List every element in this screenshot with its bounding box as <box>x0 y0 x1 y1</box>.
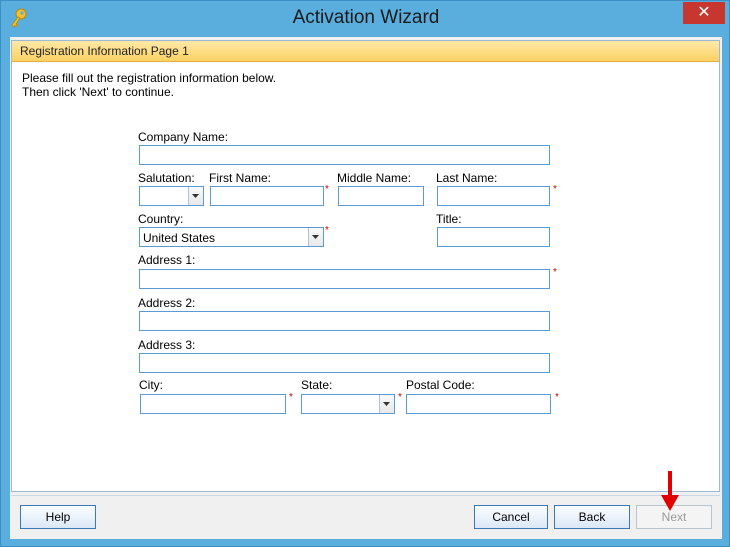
state-required-marker: * <box>398 392 402 403</box>
chevron-down-icon[interactable] <box>308 228 323 246</box>
window-frame: Activation Wizard ✕ Registration Informa… <box>0 0 730 547</box>
instruction-line-2: Then click 'Next' to continue. <box>22 85 174 99</box>
address-1-field[interactable] <box>139 269 550 289</box>
address-2-field[interactable] <box>139 311 550 331</box>
close-button[interactable]: ✕ <box>683 2 725 24</box>
city-label: City: <box>139 378 163 392</box>
window-title: Activation Wizard <box>292 7 440 28</box>
title-field[interactable] <box>437 227 550 247</box>
back-button[interactable]: Back <box>554 505 630 529</box>
middle-name-field[interactable] <box>338 186 424 206</box>
country-value: United States <box>143 231 216 245</box>
country-required-marker: * <box>325 225 329 236</box>
salutation-select[interactable] <box>139 186 204 206</box>
company-name-label: Company Name: <box>138 130 229 144</box>
company-name-field[interactable] <box>139 145 550 165</box>
address-2-input[interactable] <box>140 312 549 330</box>
title-label: Title: <box>436 212 462 226</box>
title-input[interactable] <box>438 228 549 246</box>
chevron-down-icon[interactable] <box>188 187 203 205</box>
address-2-label: Address 2: <box>138 296 196 310</box>
last-name-field[interactable] <box>437 186 550 206</box>
postal-code-field[interactable] <box>406 394 551 414</box>
first-name-field[interactable] <box>210 186 324 206</box>
address-1-label: Address 1: <box>138 253 196 267</box>
panel-header-title: Registration Information Page 1 <box>20 44 189 58</box>
salutation-label: Salutation: <box>138 171 195 185</box>
address-1-required-marker: * <box>553 267 557 278</box>
instruction-line-1: Please fill out the registration informa… <box>22 71 277 85</box>
state-select[interactable] <box>301 394 395 414</box>
state-label: State: <box>301 378 333 392</box>
city-required-marker: * <box>289 392 293 403</box>
first-name-input[interactable] <box>211 187 323 205</box>
last-name-input[interactable] <box>438 187 549 205</box>
registration-panel: Registration Information Page 1 Please f… <box>11 40 720 492</box>
last-name-label: Last Name: <box>436 171 498 185</box>
country-select[interactable]: United States <box>139 227 324 247</box>
close-icon: ✕ <box>697 4 711 21</box>
address-3-label: Address 3: <box>138 338 196 352</box>
address-3-input[interactable] <box>140 354 549 372</box>
chevron-down-icon[interactable] <box>379 395 394 413</box>
middle-name-label: Middle Name: <box>337 171 412 185</box>
city-field[interactable] <box>140 394 286 414</box>
country-label: Country: <box>138 212 184 226</box>
wizard-client-area: Registration Information Page 1 Please f… <box>10 37 722 539</box>
address-1-input[interactable] <box>140 270 549 288</box>
postal-code-label: Postal Code: <box>406 378 475 392</box>
panel-header: Registration Information Page 1 <box>12 41 719 62</box>
red-arrow-down-icon <box>661 471 679 511</box>
wizard-button-bar: Help Cancel Back Next <box>11 495 720 538</box>
company-name-input[interactable] <box>140 146 549 164</box>
last-name-required-marker: * <box>553 184 557 195</box>
city-input[interactable] <box>141 395 285 413</box>
title-bar[interactable]: Activation Wizard ✕ <box>1 1 730 37</box>
postal-code-input[interactable] <box>407 395 550 413</box>
middle-name-input[interactable] <box>339 187 423 205</box>
postal-code-required-marker: * <box>555 392 559 403</box>
address-3-field[interactable] <box>139 353 550 373</box>
first-name-label: First Name: <box>209 171 272 185</box>
help-button[interactable]: Help <box>20 505 96 529</box>
first-name-required-marker: * <box>325 184 329 195</box>
cancel-button[interactable]: Cancel <box>474 505 548 529</box>
